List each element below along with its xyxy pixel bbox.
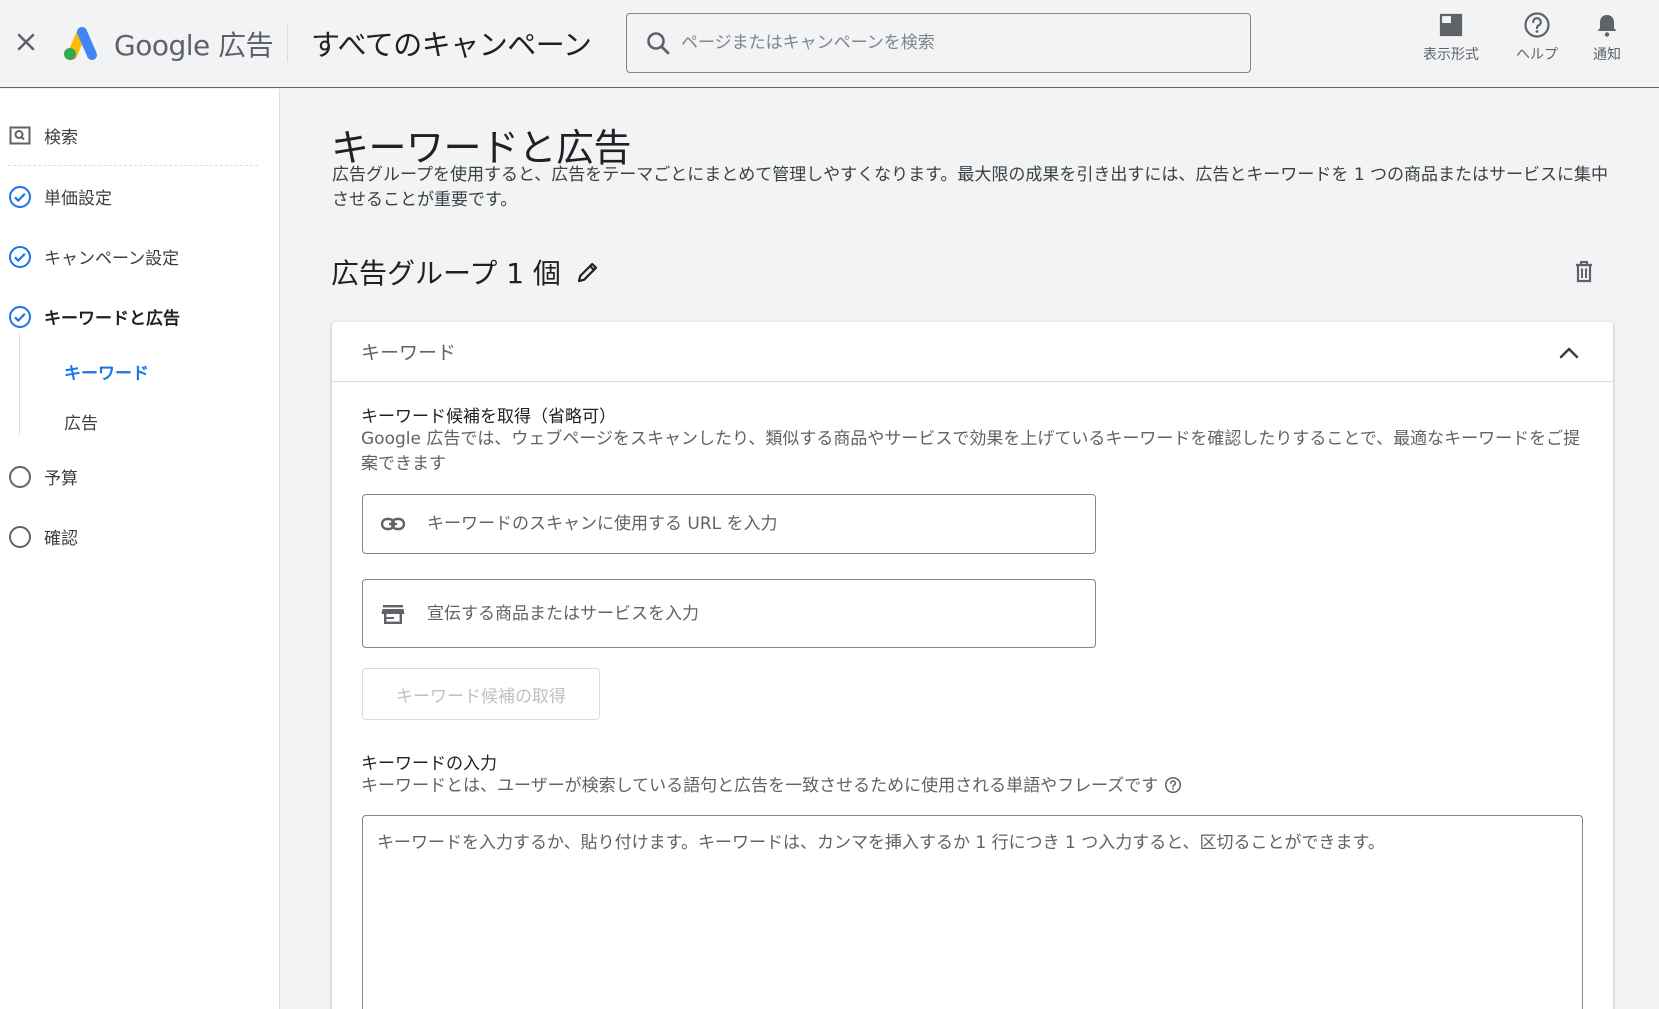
close-button[interactable] <box>12 28 40 56</box>
ad-group-title-text: 広告グループ 1 個 <box>331 257 561 290</box>
sidebar-item-label: 検索 <box>44 128 78 148</box>
sidebar-item-keywords-and-ads[interactable]: キーワードと広告 <box>8 304 180 329</box>
sidebar-subitem-ads[interactable]: 広告 <box>64 409 98 434</box>
check-circle-icon <box>9 185 31 208</box>
search-box[interactable] <box>626 13 1251 73</box>
url-input[interactable] <box>427 514 1067 534</box>
check-circle-icon <box>9 305 31 328</box>
sidebar-item-campaign-settings[interactable]: キャンペーン設定 <box>8 244 179 269</box>
link-icon <box>380 517 406 531</box>
store-icon <box>381 604 405 624</box>
sidebar-item-label: 予算 <box>44 469 78 489</box>
sidebar-item-bidding[interactable]: 単価設定 <box>8 184 112 209</box>
get-suggestions-button[interactable]: キーワード候補の取得 <box>362 668 600 720</box>
sidebar-item-label: キャンペーン設定 <box>44 249 180 269</box>
keywords-card: キーワード キーワード候補を取得（省略可） Google 広告では、ウェブページ… <box>332 322 1613 1009</box>
sidebar-divider <box>8 165 258 166</box>
page-title: すべてのキャンペーン <box>311 28 592 62</box>
sidebar-item-review[interactable]: 確認 <box>8 524 78 549</box>
ad-group-title: 広告グループ 1 個 <box>331 252 601 292</box>
search-box-icon <box>9 126 31 144</box>
sidebar-subitem-keywords[interactable]: キーワード <box>64 359 149 384</box>
suggest-description: Google 広告では、ウェブページをスキャンしたり、類似する商品やサービスで効… <box>361 429 1581 474</box>
bell-icon <box>1597 15 1617 37</box>
notifications-label: 通知 <box>1593 47 1621 63</box>
help-button[interactable]: ヘルプ <box>1516 10 1558 64</box>
suggest-title: キーワード候補を取得（省略可） <box>361 407 616 427</box>
close-icon <box>17 33 35 51</box>
top-bar: Google 広告 すべてのキャンペーン 表示形式 ヘルプ 通知 <box>0 0 1659 88</box>
help-label: ヘルプ <box>1516 47 1558 63</box>
notifications-button[interactable]: 通知 <box>1592 10 1622 64</box>
sidebar-item-search[interactable]: 検索 <box>8 123 78 148</box>
check-circle-icon <box>9 245 31 268</box>
search-input[interactable] <box>681 33 1221 53</box>
empty-circle-icon <box>9 525 31 548</box>
sidebar-item-label: 確認 <box>44 529 78 549</box>
search-icon <box>647 32 670 55</box>
sub-nav-line <box>19 333 20 435</box>
delete-trash-icon[interactable] <box>1570 257 1598 285</box>
enter-keywords-description: キーワードとは、ユーザーが検索している語句と広告を一致させるために使用される単語… <box>361 776 1159 796</box>
enter-keywords-title: キーワードの入力 <box>361 754 497 774</box>
sidebar-item-budget[interactable]: 予算 <box>8 464 78 489</box>
display-format-label: 表示形式 <box>1423 47 1479 63</box>
product-input[interactable] <box>427 603 1067 624</box>
keywords-card-header[interactable]: キーワード <box>332 322 1613 382</box>
help-icon <box>1524 12 1550 38</box>
url-field[interactable] <box>362 494 1096 554</box>
edit-pencil-icon[interactable] <box>575 259 601 285</box>
keywords-textarea[interactable] <box>362 815 1583 1009</box>
sidebar: 検索 単価設定 キャンペーン設定 キーワードと広告 キーワード 広告 予算 確認 <box>0 89 280 1009</box>
display-format-button[interactable]: 表示形式 <box>1423 10 1479 64</box>
empty-circle-icon <box>9 465 31 488</box>
enter-keywords-description-row: キーワードとは、ユーザーが検索している語句と広告を一致させるために使用される単語… <box>361 774 1182 799</box>
header-divider <box>287 24 288 62</box>
help-circle-icon[interactable] <box>1164 776 1182 794</box>
section-description: 広告グループを使用すると、広告をテーマごとにまとめて管理しやすくなります。最大限… <box>332 165 1609 210</box>
brand-name: Google 広告 <box>114 29 274 62</box>
sidebar-item-label: キーワードと広告 <box>44 309 180 329</box>
sidebar-item-label: 単価設定 <box>44 189 112 209</box>
display-format-icon <box>1439 13 1463 37</box>
keywords-card-title: キーワード <box>361 342 457 364</box>
product-field[interactable] <box>362 579 1096 648</box>
google-ads-logo-icon <box>64 27 97 60</box>
chevron-up-icon[interactable] <box>1555 339 1583 367</box>
